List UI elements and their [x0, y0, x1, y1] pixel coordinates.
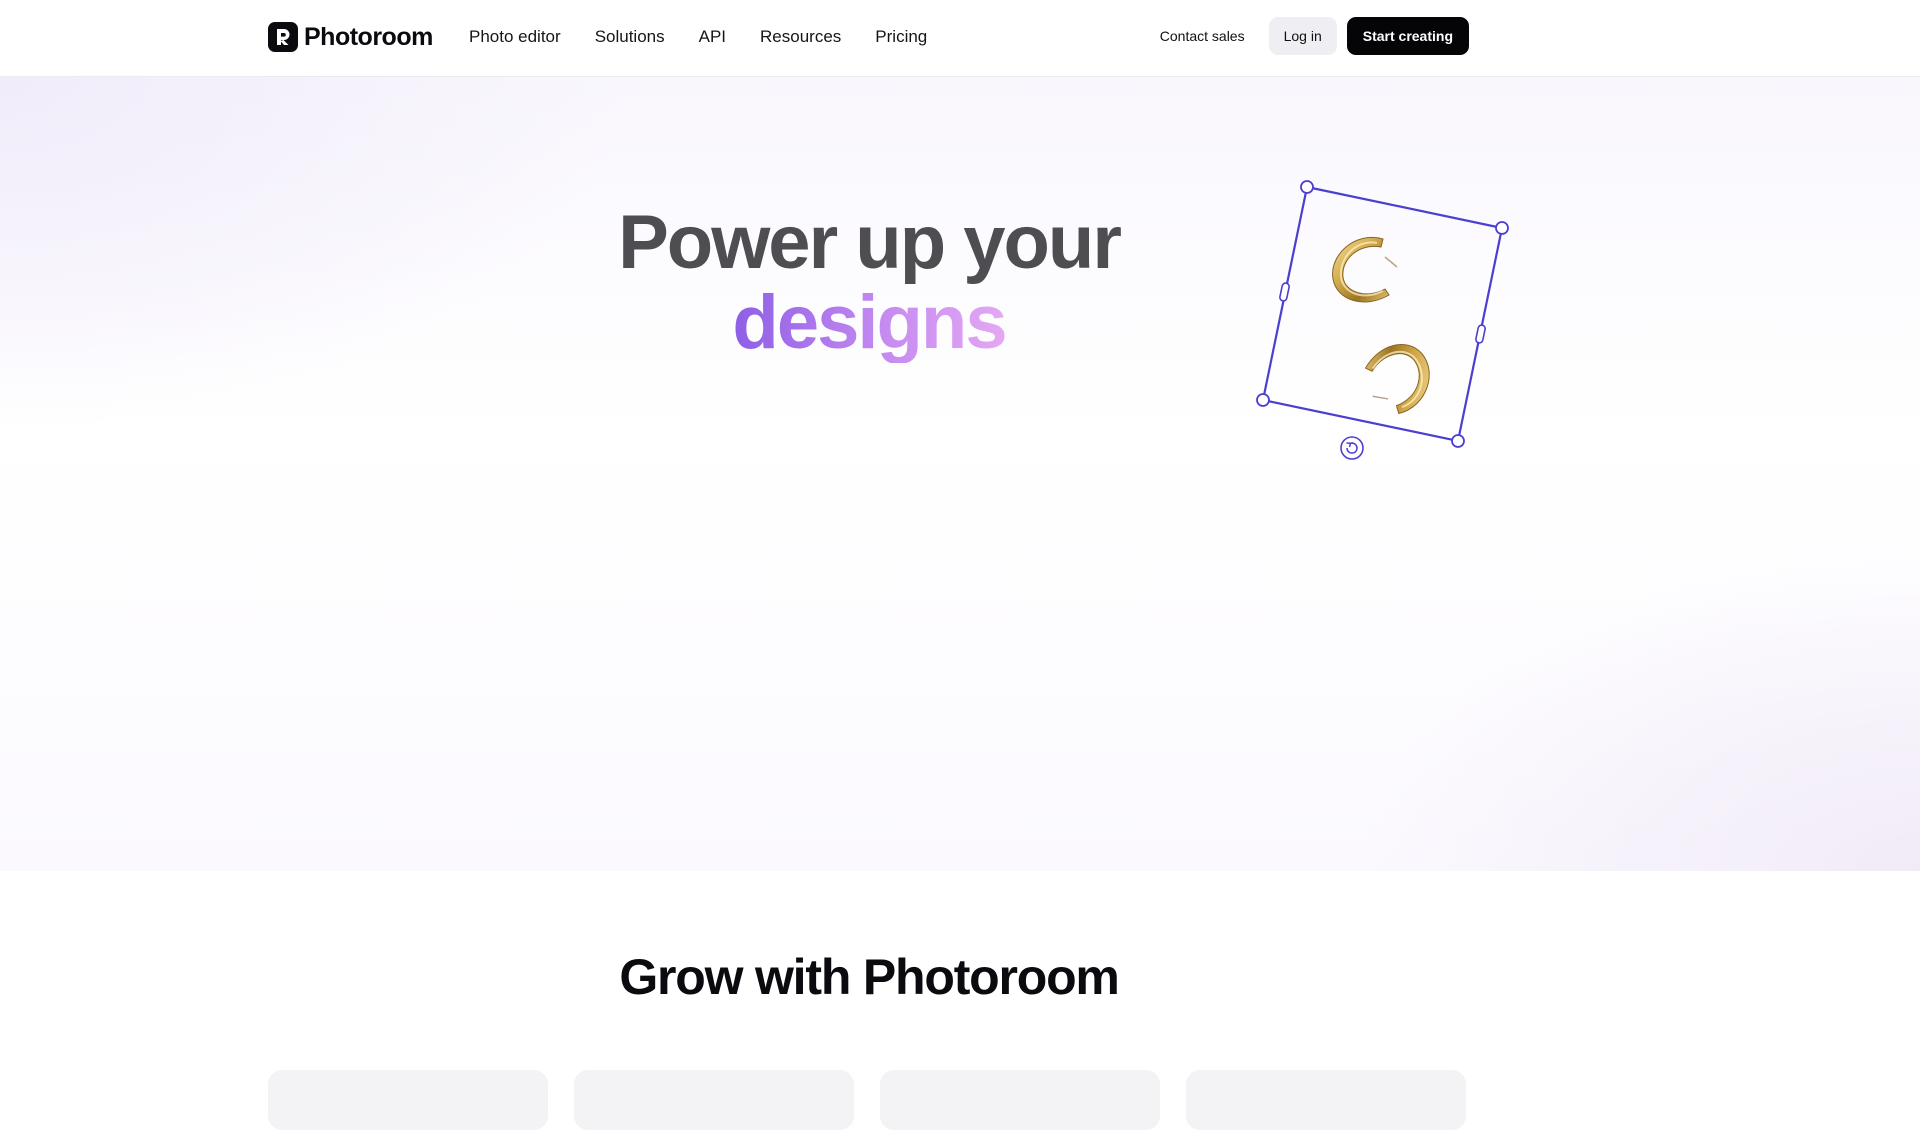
hero-title-line-1: Power up your [618, 200, 1122, 285]
gold-earring-icon-2 [1364, 344, 1430, 415]
rotate-icon[interactable] [1340, 436, 1364, 460]
feature-card[interactable] [1186, 1070, 1466, 1130]
nav-item-solutions[interactable]: Solutions [595, 25, 665, 49]
hero-title-line-2: designs [732, 280, 1007, 365]
product-selection-frame[interactable] [1256, 177, 1509, 460]
brand-name: Photoroom [304, 22, 433, 51]
feature-card[interactable] [574, 1070, 854, 1130]
nav-item-photo-editor[interactable]: Photo editor [469, 25, 561, 49]
nav-item-pricing[interactable]: Pricing [875, 25, 927, 49]
section-title: Grow with Photoroom [619, 949, 1120, 1005]
header-actions: Contact sales Log in Start creating [1146, 17, 1469, 55]
gold-earring-icon [1332, 237, 1398, 303]
log-in-button[interactable]: Log in [1268, 17, 1337, 55]
photoroom-logo[interactable]: Photoroom [268, 21, 433, 53]
site-header: Photoroom Photo editor Solutions API Res… [0, 0, 1920, 77]
nav-item-api[interactable]: API [699, 25, 726, 49]
feature-card[interactable] [268, 1070, 548, 1130]
main-nav: Photo editor Solutions API Resources Pri… [469, 25, 927, 49]
nav-item-resources[interactable]: Resources [760, 25, 841, 49]
photoroom-logo-icon [268, 22, 298, 52]
start-creating-button[interactable]: Start creating [1346, 17, 1469, 55]
contact-sales-link[interactable]: Contact sales [1146, 18, 1259, 54]
hero-section: Power up your designs [0, 77, 1920, 871]
feature-card[interactable] [880, 1070, 1160, 1130]
feature-cards [268, 1070, 1466, 1130]
